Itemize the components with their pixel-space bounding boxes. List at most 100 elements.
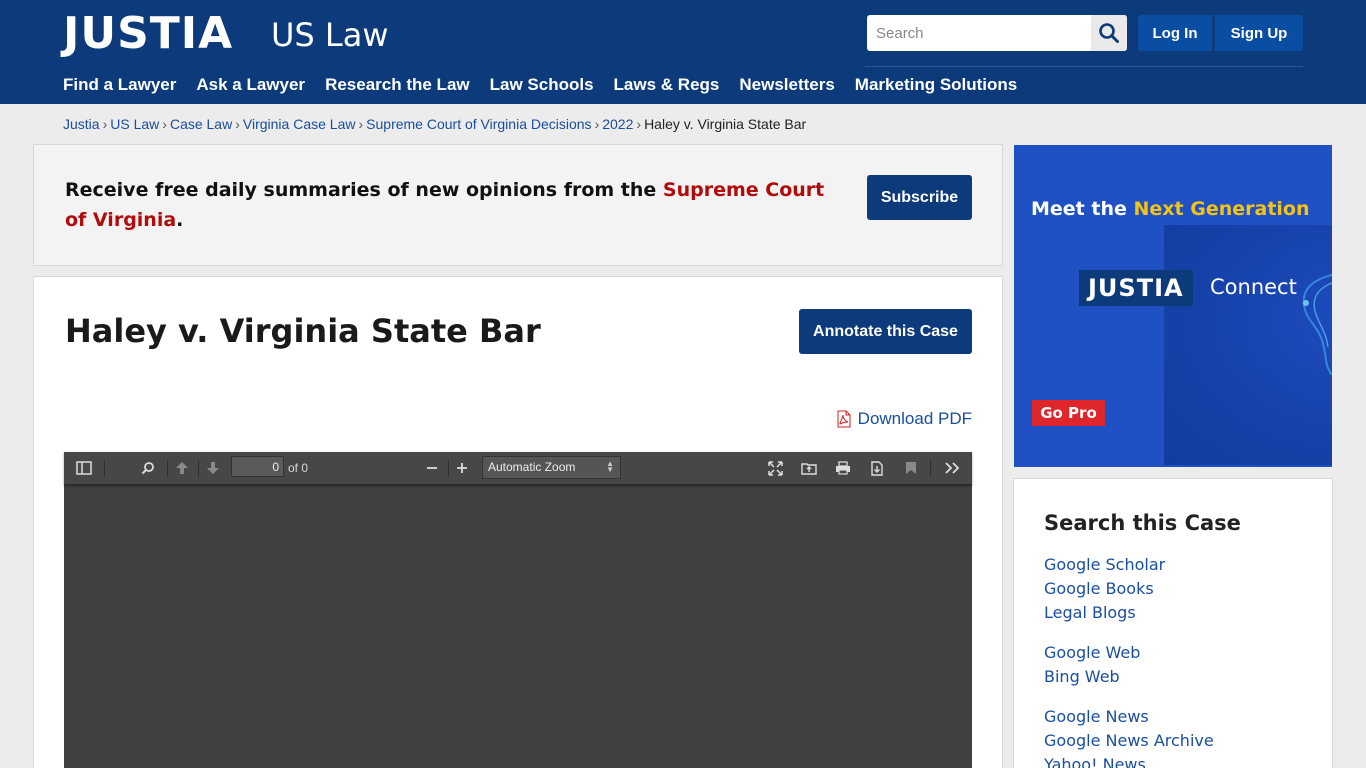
search-this-case-panel: Search this Case Google Scholar Google B… — [1013, 478, 1333, 768]
toolbar-separator — [104, 460, 105, 477]
download-button[interactable] — [866, 458, 888, 478]
justia-logo[interactable]: JUSTIA — [63, 12, 233, 56]
link-group: Google News Google News Archive Yahoo! N… — [1044, 705, 1214, 768]
bookmark-icon — [906, 462, 916, 474]
ad-headline-text: Meet the — [1031, 198, 1134, 220]
open-folder-icon — [801, 463, 817, 475]
nav-newsletters[interactable]: Newsletters — [739, 75, 834, 97]
tools-menu-button[interactable] — [941, 458, 963, 478]
select-arrows-icon: ▲ ▼ — [606, 459, 614, 474]
subscribe-banner: Receive free daily summaries of new opin… — [33, 144, 1003, 266]
pdf-icon — [837, 410, 851, 428]
nav-ask-a-lawyer[interactable]: Ask a Lawyer — [196, 75, 305, 97]
link-bing-web[interactable]: Bing Web — [1044, 665, 1214, 689]
ad-justia-logo: JUSTIA — [1079, 270, 1193, 306]
sidebar-toggle-icon — [76, 461, 92, 475]
zoom-in-button[interactable] — [451, 458, 473, 478]
arrow-down-icon — [207, 462, 219, 474]
breadcrumb-virginia-case-law[interactable]: Virginia Case Law — [243, 116, 356, 132]
justia-connect-ad[interactable]: Meet the Next Generation JUSTIA Connect … — [1014, 145, 1332, 467]
breadcrumb-separator: › — [235, 116, 240, 132]
nav-law-schools[interactable]: Law Schools — [490, 75, 594, 97]
breadcrumb-separator: › — [636, 116, 642, 132]
go-pro-button[interactable]: Go Pro — [1032, 400, 1105, 426]
toolbar-separator — [167, 460, 168, 477]
toolbar-separator — [198, 460, 199, 477]
previous-page-button[interactable] — [171, 458, 193, 478]
search-icon — [1099, 23, 1119, 43]
next-page-button[interactable] — [202, 458, 224, 478]
page-count: of 0 — [288, 461, 309, 475]
link-google-news-archive[interactable]: Google News Archive — [1044, 729, 1214, 753]
nav-laws-regs[interactable]: Laws & Regs — [614, 75, 720, 97]
presentation-mode-button[interactable] — [764, 458, 786, 478]
find-icon — [141, 462, 154, 475]
subscribe-text-period: . — [176, 209, 184, 231]
breadcrumb-supreme-court-decisions[interactable]: Supreme Court of Virginia Decisions — [366, 116, 591, 132]
annotate-case-button[interactable]: Annotate this Case — [799, 309, 972, 354]
page-number-input[interactable] — [231, 456, 284, 477]
nav-research-the-law[interactable]: Research the Law — [325, 75, 470, 97]
double-chevron-right-icon — [944, 462, 959, 474]
print-button[interactable] — [832, 458, 854, 478]
search-input[interactable] — [867, 15, 1091, 51]
breadcrumb-separator: › — [358, 116, 364, 132]
search-box — [867, 15, 1127, 51]
login-button[interactable]: Log In — [1138, 15, 1212, 51]
zoom-select-value: Automatic Zoom — [488, 460, 576, 474]
zoom-out-button[interactable] — [421, 458, 443, 478]
toolbar-separator — [448, 460, 449, 477]
nav-find-a-lawyer[interactable]: Find a Lawyer — [63, 75, 176, 97]
breadcrumb-justia[interactable]: Justia — [63, 116, 100, 132]
print-icon — [836, 461, 850, 475]
fullscreen-icon — [767, 460, 783, 476]
site-header: JUSTIA US Law Log In Sign Up Find a Lawy… — [0, 0, 1366, 104]
pdf-toolbar: of 0 Automatic Zoom ▲▼ — [64, 452, 972, 485]
breadcrumb-year[interactable]: 2022 — [602, 116, 633, 132]
bookmark-button[interactable] — [900, 458, 922, 478]
link-google-news[interactable]: Google News — [1044, 705, 1214, 729]
hand-illustration-icon — [1302, 274, 1332, 375]
subscribe-button[interactable]: Subscribe — [867, 175, 972, 220]
ad-headline: Meet the Next Generation — [1031, 197, 1310, 221]
minus-icon — [427, 467, 437, 469]
main-nav: Find a Lawyer Ask a Lawyer Research the … — [63, 75, 1037, 97]
link-group: Google Web Bing Web — [1044, 641, 1214, 689]
subscribe-text-intro: Receive free daily summaries of new opin… — [65, 179, 663, 201]
download-pdf-link[interactable]: Download PDF — [836, 409, 972, 429]
breadcrumb: Justia › US Law › Case Law › Virginia Case Law… — [63, 116, 806, 132]
link-google-books[interactable]: Google Books — [1044, 577, 1214, 601]
breadcrumb-current: Haley v. Virginia State Bar — [644, 116, 807, 132]
arrow-up-icon — [176, 462, 188, 474]
link-yahoo-news[interactable]: Yahoo! News — [1044, 753, 1214, 768]
find-button[interactable] — [137, 458, 159, 478]
header-divider — [865, 66, 1303, 67]
zoom-select[interactable]: Automatic Zoom ▲ ▼ — [482, 456, 621, 479]
nav-marketing-solutions[interactable]: Marketing Solutions — [855, 75, 1017, 97]
link-google-scholar[interactable]: Google Scholar — [1044, 553, 1214, 577]
search-this-case-title: Search this Case — [1044, 511, 1241, 535]
plus-icon — [457, 463, 467, 473]
sidebar-toggle-button[interactable] — [73, 458, 95, 478]
us-law-label[interactable]: US Law — [271, 17, 389, 53]
open-file-button[interactable] — [798, 458, 820, 478]
breadcrumb-separator: › — [162, 116, 167, 132]
download-icon — [871, 460, 883, 476]
subscribe-text: Receive free daily summaries of new opin… — [65, 175, 825, 235]
link-group: Google Scholar Google Books Legal Blogs — [1044, 553, 1214, 625]
breadcrumb-case-law[interactable]: Case Law — [170, 116, 232, 132]
case-content: Haley v. Virginia State Bar Annotate thi… — [33, 276, 1003, 768]
breadcrumb-us-law[interactable]: US Law — [110, 116, 159, 132]
search-button[interactable] — [1091, 15, 1127, 51]
breadcrumb-separator: › — [594, 116, 600, 132]
download-pdf-label: Download PDF — [857, 409, 972, 428]
breadcrumb-separator: › — [102, 116, 108, 132]
toolbar-separator — [930, 460, 931, 477]
search-links: Google Scholar Google Books Legal Blogs … — [1044, 553, 1214, 768]
ad-headline-highlight: Next Generation — [1133, 198, 1310, 220]
link-google-web[interactable]: Google Web — [1044, 641, 1214, 665]
page-title: Haley v. Virginia State Bar — [65, 312, 541, 350]
link-legal-blogs[interactable]: Legal Blogs — [1044, 601, 1214, 625]
signup-button[interactable]: Sign Up — [1215, 15, 1303, 51]
pdf-viewer[interactable]: of 0 Automatic Zoom ▲▼ — [64, 452, 972, 768]
